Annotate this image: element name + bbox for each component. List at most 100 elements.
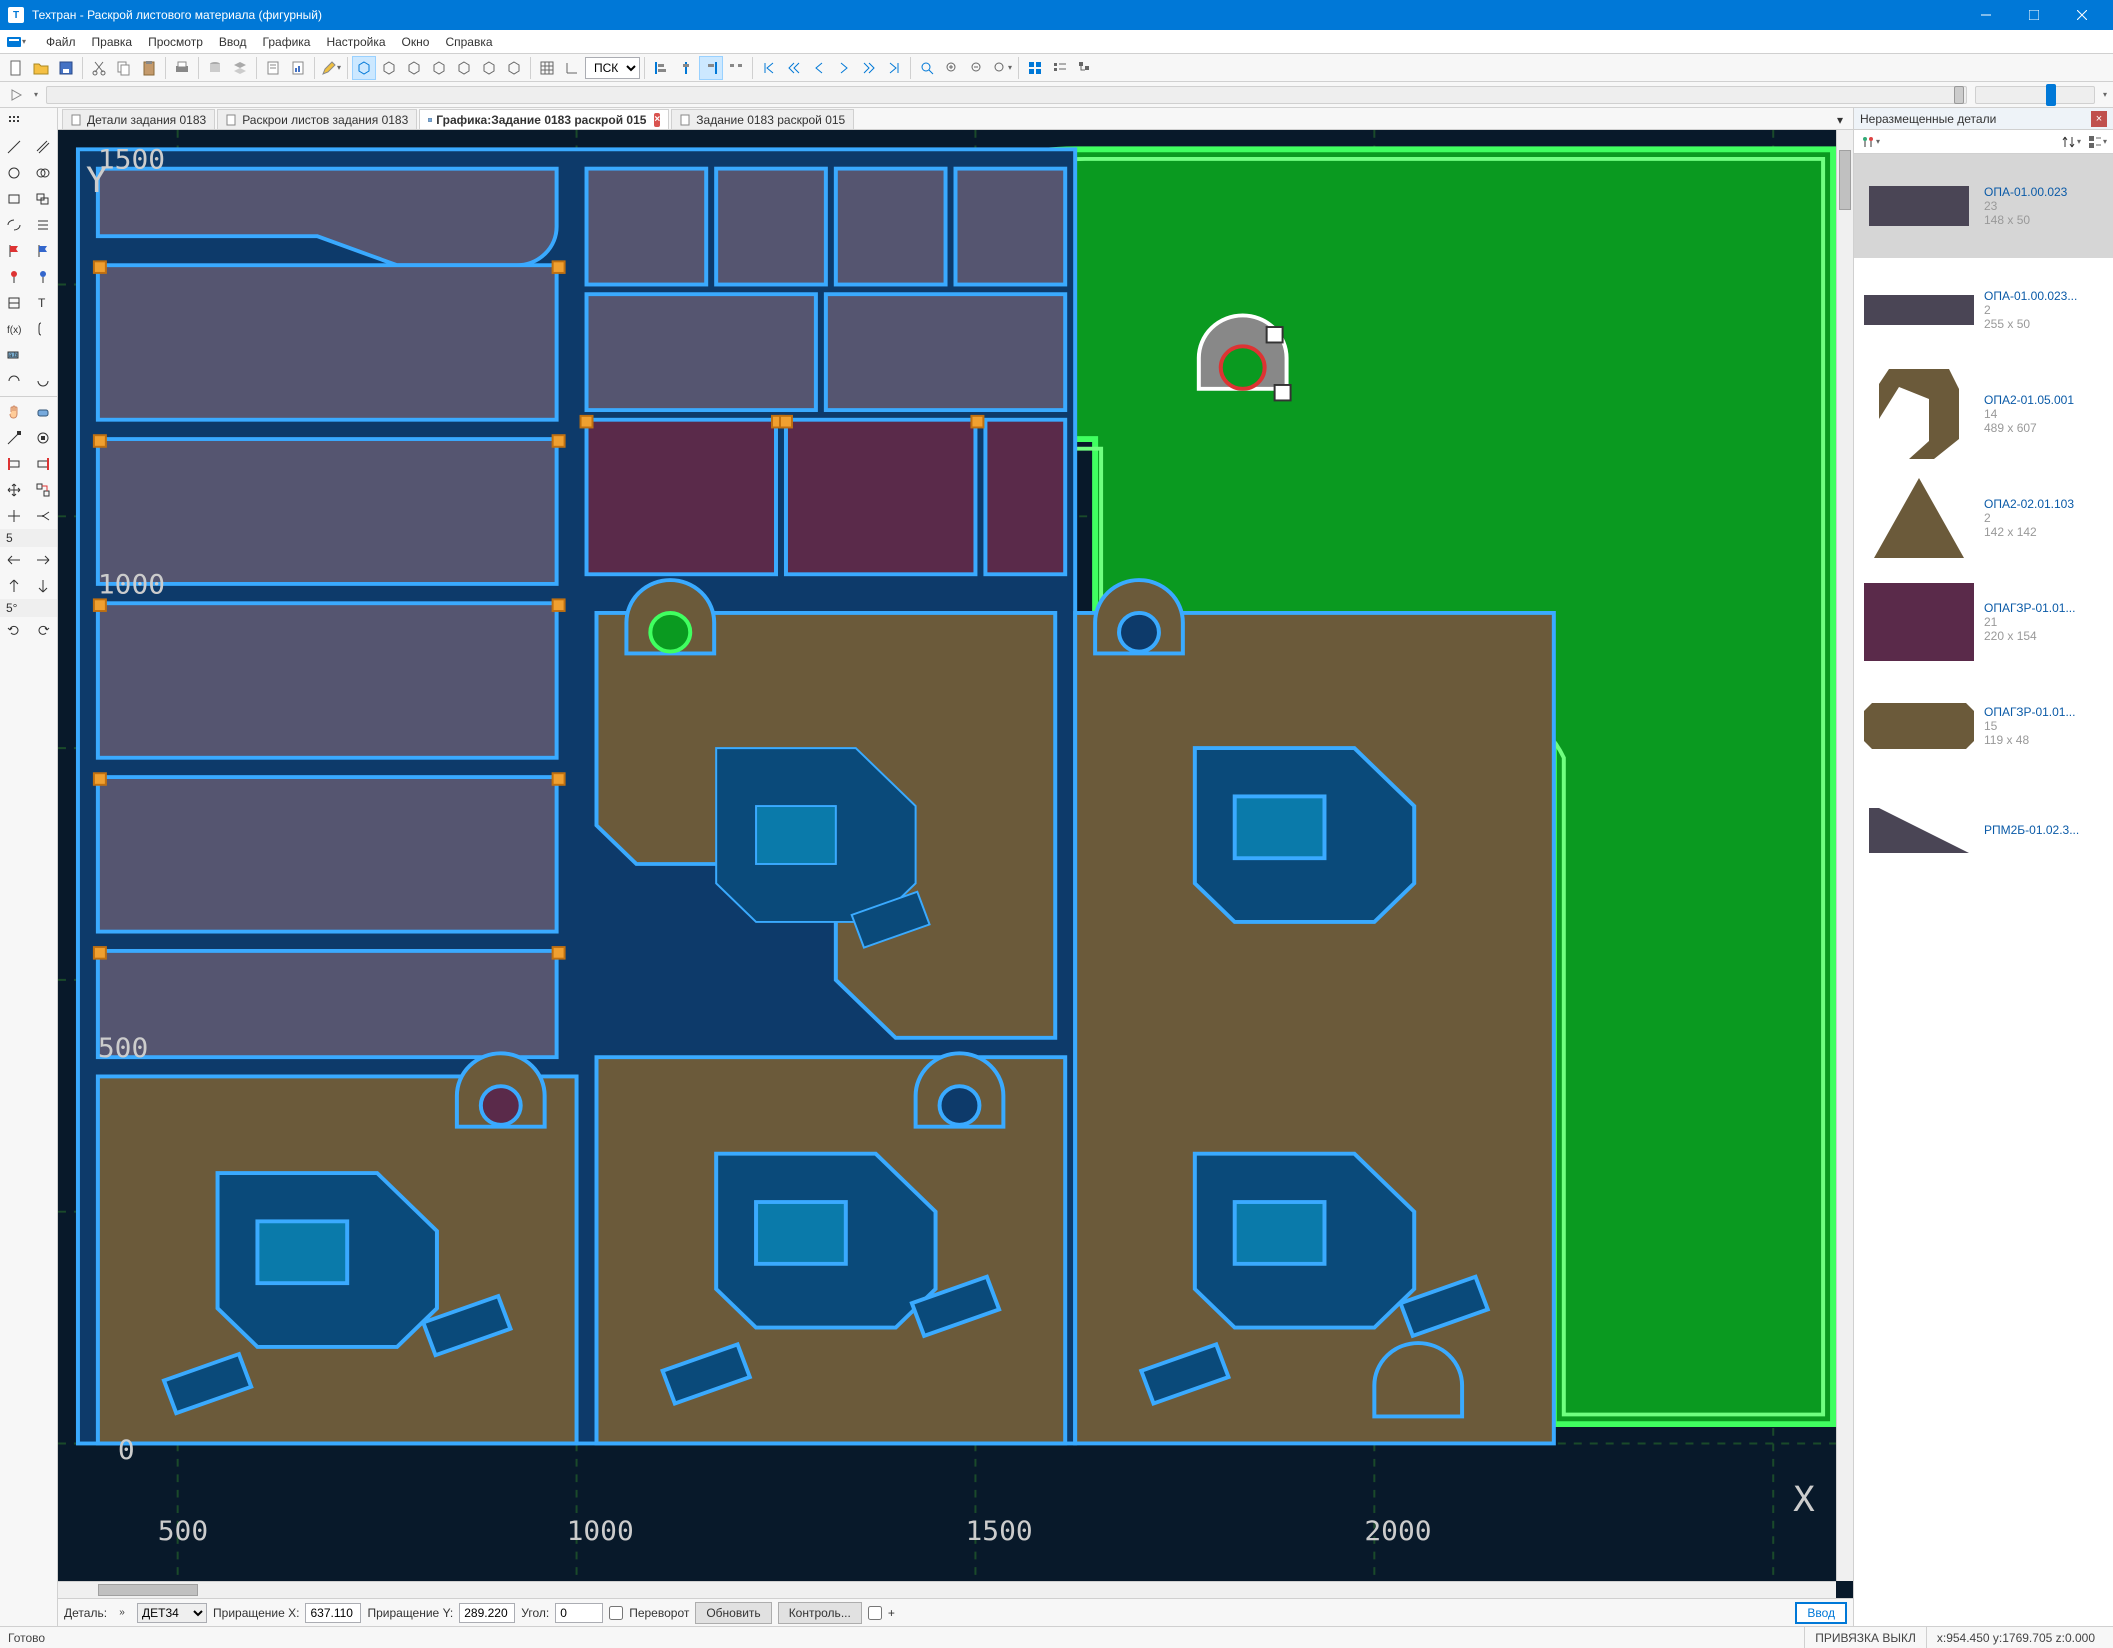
auto-checkbox[interactable] bbox=[868, 1606, 882, 1620]
tool-line-icon[interactable] bbox=[0, 134, 29, 160]
tool-marker2-icon[interactable] bbox=[29, 264, 58, 290]
part-item[interactable]: ОПАГЗР-01.01...15119 x 48 bbox=[1854, 674, 2113, 778]
part-item[interactable]: ОПА-01.00.023...2255 x 50 bbox=[1854, 258, 2113, 362]
update-button[interactable]: Обновить bbox=[695, 1602, 771, 1624]
menu-view[interactable]: Просмотр bbox=[140, 31, 211, 53]
axes-button[interactable] bbox=[560, 56, 584, 80]
notes-button[interactable] bbox=[261, 56, 285, 80]
close-button[interactable] bbox=[2059, 0, 2105, 30]
flip-checkbox[interactable] bbox=[609, 1606, 623, 1620]
tool-path-right-icon[interactable] bbox=[29, 212, 58, 238]
tool-arrange-icon[interactable] bbox=[29, 477, 58, 503]
play-button[interactable] bbox=[6, 85, 26, 105]
view-3d-2-button[interactable] bbox=[377, 56, 401, 80]
control-button[interactable]: Контроль... bbox=[778, 1602, 862, 1624]
tab-task[interactable]: Задание 0183 раскрой 015 bbox=[671, 109, 854, 129]
print-button[interactable] bbox=[170, 56, 194, 80]
menu-input[interactable]: Ввод bbox=[211, 31, 255, 53]
speed-menu-icon[interactable]: ▾ bbox=[2103, 90, 2107, 99]
status-snap[interactable]: ПРИВЯЗКА ВЫКЛ bbox=[1804, 1627, 1926, 1648]
align-dist-button[interactable] bbox=[724, 56, 748, 80]
minimize-button[interactable] bbox=[1963, 0, 2009, 30]
zoom-fit-button[interactable] bbox=[915, 56, 939, 80]
panel-close-button[interactable]: × bbox=[2091, 111, 2107, 127]
panel-view-button[interactable]: ▾ bbox=[2085, 130, 2109, 154]
tool-fx-icon[interactable]: f(x) bbox=[0, 316, 29, 342]
cut-button[interactable] bbox=[87, 56, 111, 80]
detail-pick-button[interactable]: » bbox=[113, 1604, 131, 1622]
increment-x-input[interactable] bbox=[305, 1603, 361, 1623]
tab-nests[interactable]: Раскрои листов задания 0183 bbox=[217, 109, 417, 129]
menu-edit[interactable]: Правка bbox=[84, 31, 141, 53]
zoom-menu-button[interactable]: ▾ bbox=[990, 56, 1014, 80]
align-center-button[interactable] bbox=[674, 56, 698, 80]
app-menu-button[interactable]: ▾ bbox=[4, 32, 28, 52]
menu-settings[interactable]: Настройка bbox=[318, 31, 393, 53]
tool-radial-icon[interactable] bbox=[29, 503, 58, 529]
tool-rotate-ccw-icon[interactable] bbox=[0, 617, 29, 643]
speed-slider[interactable] bbox=[1975, 86, 2095, 104]
tool-clip2-icon[interactable] bbox=[29, 451, 58, 477]
nav-first-button[interactable] bbox=[757, 56, 781, 80]
tool-arrow-down-icon[interactable] bbox=[29, 573, 58, 599]
menu-window[interactable]: Окно bbox=[394, 31, 438, 53]
tool-flag-red-icon[interactable] bbox=[0, 238, 29, 264]
part-item[interactable]: ОПА-01.00.02323148 x 50 bbox=[1854, 154, 2113, 258]
database-button[interactable] bbox=[203, 56, 227, 80]
graphics-canvas[interactable]: Y X 1500 1000 500 0 500 1000 1500 2000 bbox=[58, 130, 1853, 1598]
new-button[interactable] bbox=[4, 56, 28, 80]
tool-rects-icon[interactable] bbox=[29, 186, 58, 212]
nav-prev-page-button[interactable] bbox=[782, 56, 806, 80]
zoom-in-button[interactable] bbox=[940, 56, 964, 80]
parts-list[interactable]: ОПА-01.00.02323148 x 50ОПА-01.00.023...2… bbox=[1854, 154, 2113, 1626]
menu-file[interactable]: Файл bbox=[38, 31, 84, 53]
save-button[interactable] bbox=[54, 56, 78, 80]
increment-y-input[interactable] bbox=[459, 1603, 515, 1623]
angle-value-label[interactable]: 5° bbox=[0, 599, 57, 617]
tool-circles-icon[interactable] bbox=[29, 160, 58, 186]
nav-prev-button[interactable] bbox=[807, 56, 831, 80]
paste-button[interactable] bbox=[137, 56, 161, 80]
tool-eraser-icon[interactable] bbox=[29, 399, 58, 425]
detail-select[interactable]: ДЕТ34 bbox=[137, 1603, 207, 1623]
align-left-button[interactable] bbox=[649, 56, 673, 80]
tool-rotate-cw-icon[interactable] bbox=[29, 617, 58, 643]
view-3d-4-button[interactable] bbox=[427, 56, 451, 80]
tool-arc-ccw-icon[interactable] bbox=[0, 368, 29, 394]
tool-diag2-icon[interactable] bbox=[29, 425, 58, 451]
tool-arc-cw-icon[interactable] bbox=[29, 368, 58, 394]
align-right-button[interactable] bbox=[699, 56, 723, 80]
tool-rect-icon[interactable] bbox=[0, 186, 29, 212]
tab-details[interactable]: Детали задания 0183 bbox=[62, 109, 215, 129]
angle-input[interactable] bbox=[555, 1603, 603, 1623]
tool-blank2[interactable] bbox=[29, 342, 58, 368]
coord-system-select[interactable]: ПСК bbox=[585, 57, 640, 79]
tool-blank1[interactable] bbox=[29, 108, 58, 134]
panel-sort-button[interactable]: ▾ bbox=[2059, 130, 2083, 154]
nav-next-page-button[interactable] bbox=[857, 56, 881, 80]
tool-integral-icon[interactable] bbox=[29, 316, 58, 342]
tool-flag-blue-icon[interactable] bbox=[29, 238, 58, 264]
tool-move-icon[interactable] bbox=[0, 477, 29, 503]
tab-close-button[interactable]: × bbox=[654, 113, 660, 127]
tool-diag1-icon[interactable] bbox=[0, 425, 29, 451]
view-3d-6-button[interactable] bbox=[477, 56, 501, 80]
tool-hand-icon[interactable] bbox=[0, 399, 29, 425]
playback-slider[interactable] bbox=[46, 86, 1967, 104]
tool-arrow-left-icon[interactable] bbox=[0, 547, 29, 573]
horizontal-scrollbar[interactable] bbox=[58, 1581, 1836, 1598]
copy-button[interactable] bbox=[112, 56, 136, 80]
menu-help[interactable]: Справка bbox=[437, 31, 500, 53]
part-item[interactable]: РПМ2Б-01.02.3... bbox=[1854, 778, 2113, 882]
view-3d-7-button[interactable] bbox=[502, 56, 526, 80]
zoom-out-button[interactable] bbox=[965, 56, 989, 80]
tool-cross-icon[interactable] bbox=[0, 503, 29, 529]
layers-button[interactable] bbox=[228, 56, 252, 80]
nav-next-button[interactable] bbox=[832, 56, 856, 80]
tool-circle-icon[interactable] bbox=[0, 160, 29, 186]
tool-parallel-lines-icon[interactable] bbox=[29, 134, 58, 160]
tabs-overflow-button[interactable]: ▾ bbox=[1831, 111, 1849, 129]
play-menu-icon[interactable]: ▾ bbox=[34, 90, 38, 99]
nav-last-button[interactable] bbox=[882, 56, 906, 80]
view-3d-5-button[interactable] bbox=[452, 56, 476, 80]
